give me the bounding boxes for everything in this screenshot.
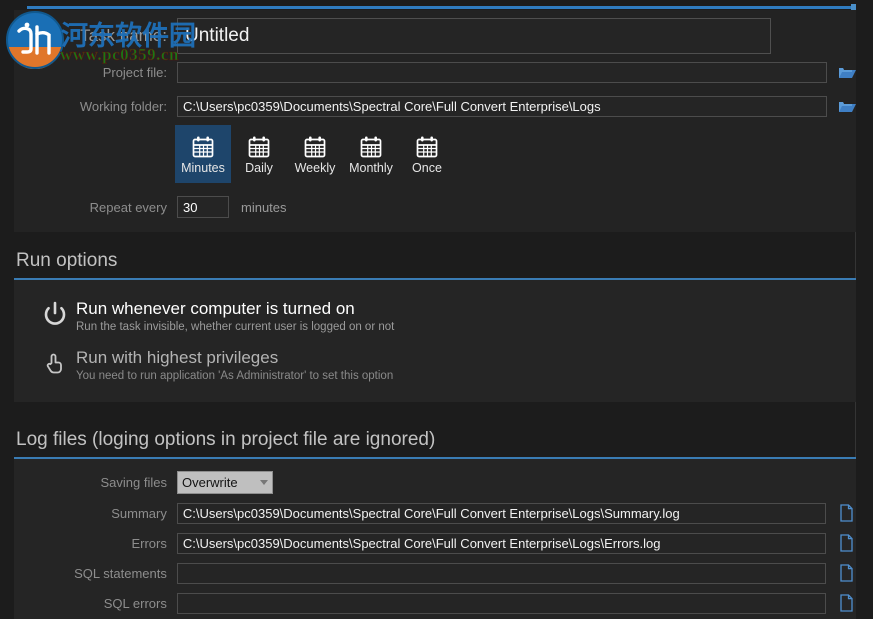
run-option-title: Run whenever computer is turned on xyxy=(76,298,394,319)
calendar-icon xyxy=(414,134,440,160)
schedule-mode-minutes[interactable]: Minutes xyxy=(175,125,231,183)
task-name-label: Task name: xyxy=(63,26,167,46)
saving-files-select[interactable]: Overwrite xyxy=(177,471,273,494)
schedule-mode-label: Once xyxy=(412,162,442,175)
task-name-input[interactable] xyxy=(177,18,771,54)
working-folder-label: Working folder: xyxy=(63,99,167,114)
schedule-mode-once[interactable]: Once xyxy=(399,125,455,183)
schedule-mode-daily[interactable]: Daily xyxy=(231,125,287,183)
chevron-down-icon xyxy=(260,480,268,485)
schedule-mode-strip: Minutes Daily xyxy=(175,125,455,183)
log-row-sql-statements: SQL statements xyxy=(14,563,856,584)
repeat-every-row: Repeat every minutes xyxy=(63,196,287,218)
run-option-subtitle: Run the task invisible, whether current … xyxy=(76,320,394,335)
calendar-icon xyxy=(358,134,384,160)
saving-files-label: Saving files xyxy=(63,475,167,490)
repeat-unit-label: minutes xyxy=(241,200,287,215)
main-content: Task name: Project file: Working folder: xyxy=(0,10,856,619)
repeat-every-input[interactable] xyxy=(177,196,229,218)
run-option-title: Run with highest privileges xyxy=(76,347,393,368)
calendar-icon xyxy=(246,134,272,160)
calendar-icon xyxy=(190,134,216,160)
schedule-mode-label: Weekly xyxy=(295,162,336,175)
log-row-errors: Errors xyxy=(14,533,856,554)
project-file-browse-button[interactable] xyxy=(837,63,857,83)
power-icon xyxy=(42,298,76,327)
run-option-subtitle: You need to run application 'As Administ… xyxy=(76,369,393,384)
document-icon xyxy=(839,594,854,612)
repeat-every-label: Repeat every xyxy=(63,200,167,215)
log-browse-sql-errors-button[interactable] xyxy=(836,593,856,613)
project-file-row: Project file: xyxy=(63,62,857,83)
log-row-sql-errors: SQL errors xyxy=(14,593,856,614)
log-input-sql-statements[interactable] xyxy=(177,563,826,584)
log-browse-errors-button[interactable] xyxy=(836,533,856,553)
saving-files-selected-value: Overwrite xyxy=(182,475,238,490)
run-option-highest-privileges[interactable]: Run with highest privileges You need to … xyxy=(14,341,856,390)
project-file-label: Project file: xyxy=(63,65,167,80)
document-icon xyxy=(839,564,854,582)
saving-files-row: Saving files Overwrite xyxy=(14,471,856,494)
run-option-text: Run whenever computer is turned on Run t… xyxy=(76,298,394,335)
calendar-icon xyxy=(302,134,328,160)
log-input-sql-errors[interactable] xyxy=(177,593,826,614)
log-files-section: Log files (loging options in project fil… xyxy=(14,429,856,619)
document-icon xyxy=(839,504,854,522)
log-input-summary[interactable] xyxy=(177,503,826,524)
log-browse-sql-statements-button[interactable] xyxy=(836,563,856,583)
document-icon xyxy=(839,534,854,552)
project-file-input[interactable] xyxy=(177,62,827,83)
schedule-mode-label: Daily xyxy=(245,162,273,175)
schedule-mode-label: Minutes xyxy=(181,162,225,175)
run-options-title: Run options xyxy=(14,250,856,278)
log-files-body: Saving files Overwrite Summary xyxy=(14,459,856,619)
run-option-text: Run with highest privileges You need to … xyxy=(76,347,393,384)
working-folder-input[interactable] xyxy=(177,96,827,117)
schedule-panel: Task name: Project file: Working folder: xyxy=(14,10,856,232)
task-name-row: Task name: xyxy=(63,18,771,54)
log-row-summary: Summary xyxy=(14,503,856,524)
working-folder-row: Working folder: xyxy=(63,96,857,117)
run-options-body: Run whenever computer is turned on Run t… xyxy=(14,280,856,402)
hand-pointer-icon xyxy=(42,347,76,376)
run-option-run-on-startup[interactable]: Run whenever computer is turned on Run t… xyxy=(14,292,856,341)
log-label-sql-errors: SQL errors xyxy=(63,596,167,611)
log-files-title: Log files (loging options in project fil… xyxy=(14,429,856,457)
log-label-summary: Summary xyxy=(63,506,167,521)
schedule-mode-weekly[interactable]: Weekly xyxy=(287,125,343,183)
log-input-errors[interactable] xyxy=(177,533,826,554)
folder-icon xyxy=(838,99,857,114)
log-label-errors: Errors xyxy=(63,536,167,551)
log-label-sql-statements: SQL statements xyxy=(63,566,167,581)
top-accent-rule xyxy=(27,6,855,9)
folder-icon xyxy=(838,65,857,80)
working-folder-browse-button[interactable] xyxy=(837,97,857,117)
log-browse-summary-button[interactable] xyxy=(836,503,856,523)
schedule-mode-label: Monthly xyxy=(349,162,393,175)
schedule-mode-monthly[interactable]: Monthly xyxy=(343,125,399,183)
run-options-section: Run options Run whenever computer is tur… xyxy=(14,250,856,402)
